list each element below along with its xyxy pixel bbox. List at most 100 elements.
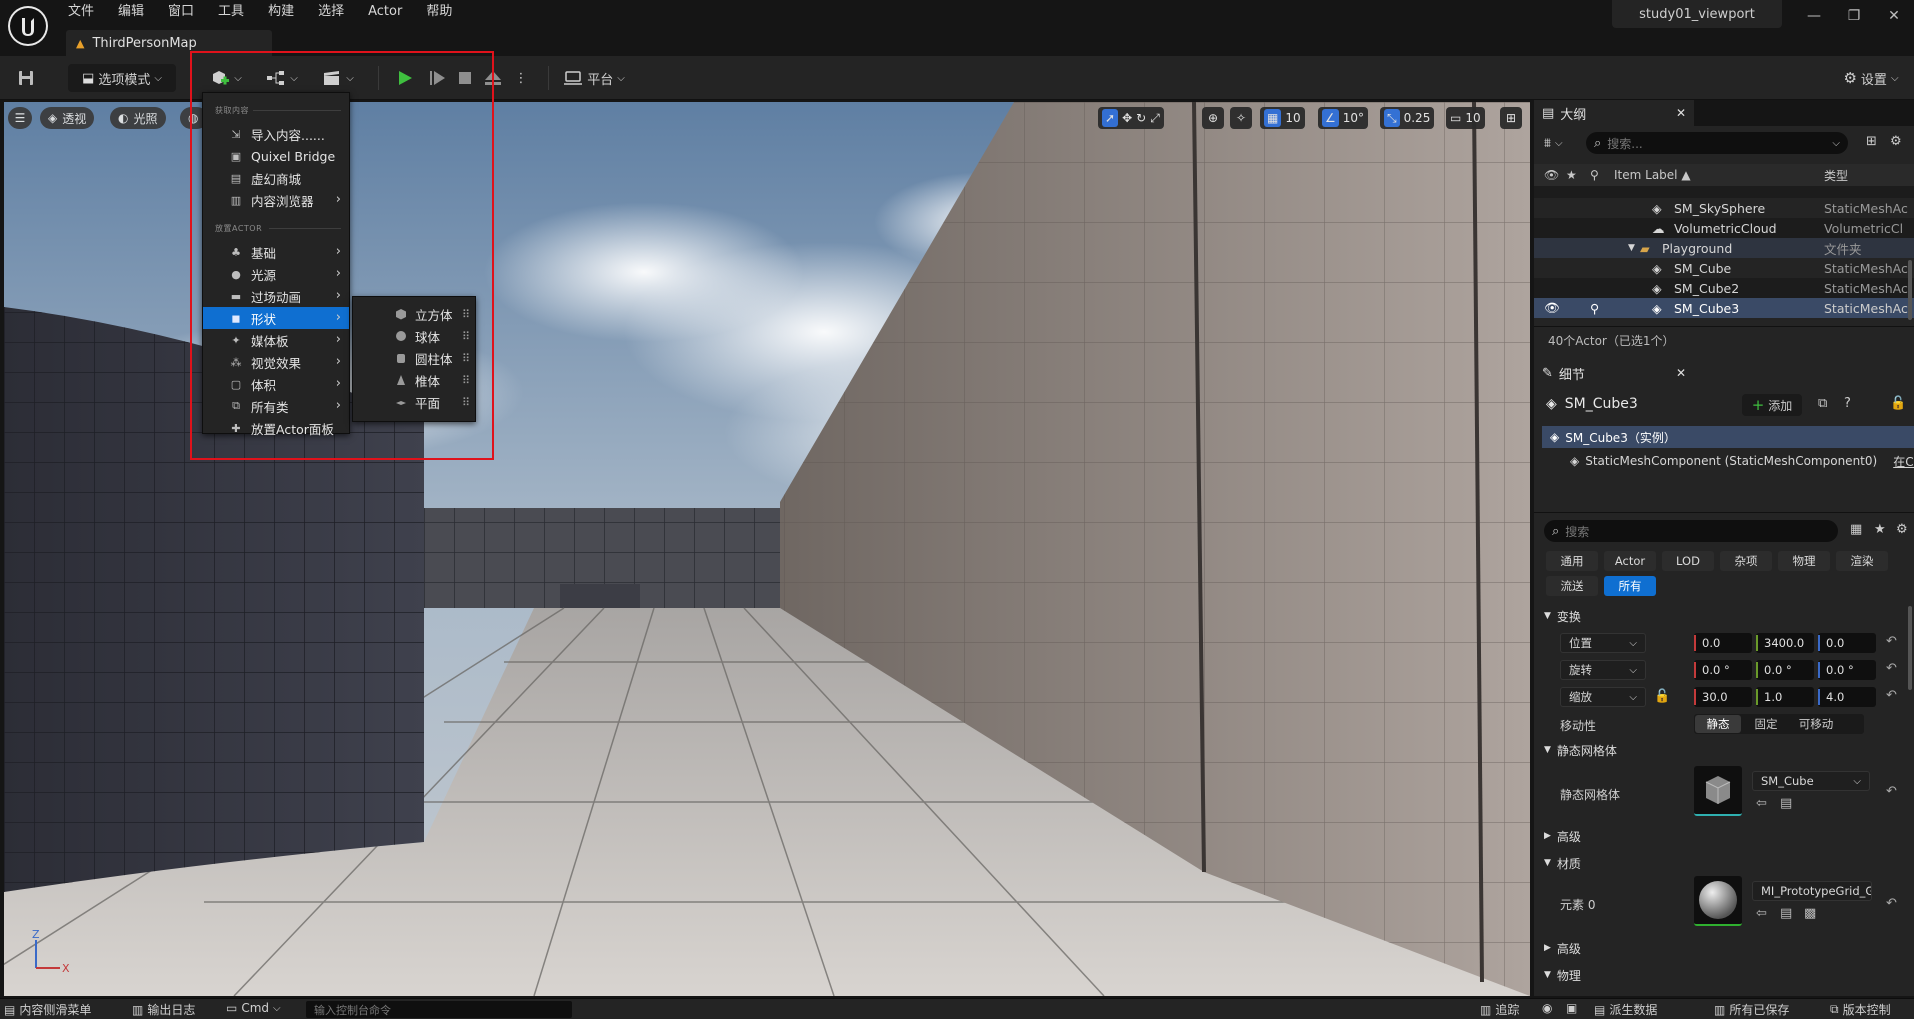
category-all[interactable]: 所有: [1604, 576, 1656, 596]
scale-dropdown[interactable]: 缩放 ⌵: [1560, 687, 1646, 707]
select-cursor-icon[interactable]: ➚: [1102, 109, 1119, 127]
rotation-z[interactable]: 0.0 °: [1818, 660, 1876, 680]
menu-tools[interactable]: 工具: [206, 0, 256, 24]
play-options-icon[interactable]: ⋮: [508, 64, 534, 92]
table-row-selected[interactable]: 👁 ⚲ ◈ SM_Cube3 StaticMeshAc: [1534, 298, 1914, 318]
scale-y[interactable]: 1.0: [1756, 687, 1814, 707]
scale-z[interactable]: 4.0: [1818, 687, 1876, 707]
rotate-icon[interactable]: ↻: [1136, 111, 1146, 125]
menu-file[interactable]: 文件: [56, 0, 106, 24]
reset-icon[interactable]: ↶: [1886, 688, 1897, 703]
table-view-icon[interactable]: ▦: [1850, 522, 1862, 537]
settings-button[interactable]: ⚙ 设置 ⌵: [1834, 64, 1908, 92]
browse-icon[interactable]: ▤: [1780, 906, 1792, 921]
menu-window[interactable]: 窗口: [156, 0, 206, 24]
category-streaming[interactable]: 流送: [1546, 576, 1598, 596]
rotation-y[interactable]: 0.0 °: [1756, 660, 1814, 680]
material-thumbnail[interactable]: [1694, 876, 1742, 926]
add-folder-icon[interactable]: ⊞: [1866, 134, 1877, 149]
cmd-dropdown[interactable]: ▭ Cmd ⌵: [226, 1001, 281, 1015]
scale-x[interactable]: 30.0: [1694, 687, 1752, 707]
item-label-column[interactable]: Item Label ▲: [1614, 168, 1691, 182]
help-icon[interactable]: ?: [1844, 396, 1851, 411]
scale-snap-button[interactable]: ⤡ 0.25: [1380, 107, 1435, 129]
perspective-button[interactable]: ◈ 透视: [40, 107, 95, 129]
camera-speed-button[interactable]: ▭ 10: [1446, 107, 1485, 129]
transform-section[interactable]: ▼ 变换: [1534, 604, 1914, 628]
use-selected-icon[interactable]: ⇦: [1756, 796, 1767, 811]
trace-button[interactable]: ▥ 追踪: [1480, 1001, 1519, 1018]
category-misc[interactable]: 杂项: [1720, 551, 1772, 571]
grid-snap-button[interactable]: ▦ 10: [1260, 107, 1305, 129]
reset-icon[interactable]: ↶: [1886, 784, 1897, 799]
category-general[interactable]: 通用: [1546, 551, 1598, 571]
close-tab-icon[interactable]: ✕: [1676, 106, 1686, 120]
close-window-icon[interactable]: ✕: [1874, 2, 1914, 30]
reset-icon[interactable]: ↶: [1886, 634, 1897, 649]
static-mesh-section[interactable]: ▼ 静态网格体: [1534, 738, 1914, 762]
menu-select[interactable]: 选择: [306, 0, 356, 24]
surface-snap-icon[interactable]: ✧: [1230, 107, 1252, 129]
advanced-section[interactable]: ▶ 高级: [1534, 824, 1914, 848]
instance-row[interactable]: ◈ SM_Cube3（实例）: [1542, 426, 1914, 448]
restore-icon[interactable]: ❐: [1834, 2, 1874, 30]
content-drawer-button[interactable]: ▤ 内容侧滑菜单: [4, 1001, 91, 1018]
location-dropdown[interactable]: 位置 ⌵: [1560, 633, 1646, 653]
pin-icon[interactable]: ⚲: [1590, 168, 1599, 182]
mobility-movable[interactable]: 可移动: [1791, 715, 1841, 733]
translate-icon[interactable]: ✥: [1122, 111, 1132, 125]
menu-edit[interactable]: 编辑: [106, 0, 156, 24]
rotation-x[interactable]: 0.0 °: [1694, 660, 1752, 680]
record-icon[interactable]: ◉: [1542, 1001, 1552, 1015]
category-actor[interactable]: Actor: [1604, 551, 1656, 571]
lit-button[interactable]: ◐ 光照: [110, 107, 166, 129]
layout-icon[interactable]: ⊞: [1500, 107, 1522, 129]
pin-icon[interactable]: ⚲: [1590, 301, 1599, 316]
unreal-logo[interactable]: [8, 6, 48, 46]
outliner-tab[interactable]: ▤ 大纲 ✕: [1534, 100, 1694, 126]
output-log-button[interactable]: ▥ 输出日志: [132, 1001, 195, 1018]
save-status-button[interactable]: ▥ 所有已保存: [1714, 1001, 1789, 1018]
expand-icon[interactable]: ▼: [1628, 243, 1635, 253]
menu-help[interactable]: 帮助: [414, 0, 464, 24]
mode-select-button[interactable]: ⬓ 选项模式 ⌵: [68, 64, 176, 92]
star-icon[interactable]: ★: [1566, 168, 1577, 182]
static-mesh-dropdown[interactable]: SM_Cube ⌵: [1752, 771, 1870, 791]
outliner-scrollbar[interactable]: [1908, 260, 1912, 320]
physics-section[interactable]: ▼ 物理: [1534, 963, 1914, 987]
derived-data-button[interactable]: ▤ 派生数据: [1594, 1001, 1657, 1018]
lock-icon[interactable]: 🔓: [1890, 396, 1906, 411]
reset-icon[interactable]: ↶: [1886, 896, 1897, 911]
lock-ratio-icon[interactable]: 🔓: [1654, 689, 1670, 704]
materials-section[interactable]: ▼ 材质: [1534, 851, 1914, 875]
table-row[interactable]: ☁ VolumetricCloud VolumetricCl: [1534, 218, 1914, 238]
table-row[interactable]: [1534, 186, 1914, 198]
rotation-dropdown[interactable]: 旋转 ⌵: [1560, 660, 1646, 680]
outliner-search[interactable]: ⌕ 搜索... ⌵: [1586, 132, 1848, 154]
visibility-icon[interactable]: 👁: [1544, 168, 1559, 182]
mesh-thumbnail[interactable]: [1694, 766, 1742, 816]
menu-build[interactable]: 构建: [256, 0, 306, 24]
component-link[interactable]: 在C+: [1893, 453, 1914, 470]
category-physics[interactable]: 物理: [1778, 551, 1830, 571]
platform-button[interactable]: 平台 ⌵: [558, 64, 630, 92]
details-scrollbar[interactable]: [1908, 606, 1912, 690]
console-input[interactable]: 输入控制台命令: [306, 1001, 572, 1018]
mobility-stationary[interactable]: 固定: [1741, 715, 1791, 733]
component-row[interactable]: ◈ StaticMeshComponent (StaticMeshCompone…: [1570, 450, 1914, 472]
details-tab[interactable]: ✎ 细节 ✕: [1534, 360, 1694, 386]
table-row[interactable]: ◈ SM_Cube2 StaticMeshAc: [1534, 278, 1914, 298]
gear-icon[interactable]: ⚙: [1896, 522, 1908, 537]
blueprint-icon[interactable]: ⧉: [1818, 396, 1827, 411]
location-y[interactable]: 3400.0: [1756, 633, 1814, 653]
browse-icon[interactable]: ▤: [1780, 796, 1792, 811]
save-icon[interactable]: [12, 64, 40, 92]
table-row[interactable]: ◈ SM_SkySphere StaticMeshAc: [1534, 198, 1914, 218]
mobility-static[interactable]: 静态: [1695, 715, 1741, 733]
rotate-snap-button[interactable]: ∠ 10°: [1318, 107, 1369, 129]
gear-icon[interactable]: ⚙: [1890, 134, 1902, 149]
star-icon[interactable]: ★: [1874, 522, 1886, 537]
advanced-section[interactable]: ▶ 高级: [1534, 936, 1914, 960]
source-control-button[interactable]: ⧉ 版本控制: [1830, 1001, 1891, 1018]
camera-record-icon[interactable]: ▣: [1566, 1001, 1577, 1015]
